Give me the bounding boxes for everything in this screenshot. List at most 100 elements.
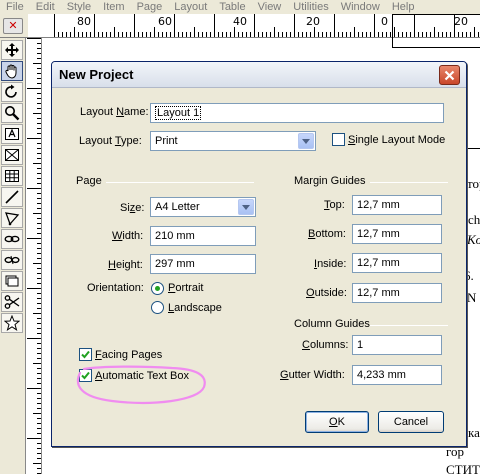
portrait-label[interactable]: Portrait	[168, 282, 203, 295]
ruler-tick	[310, 32, 311, 37]
close-document-icon[interactable]: ✕	[3, 18, 23, 34]
margin-outside-input[interactable]: 12,7 mm	[352, 283, 442, 303]
facing-pages-label[interactable]: Facing Pages	[95, 349, 162, 362]
ruler-tick	[382, 32, 383, 37]
content-hand-icon[interactable]	[1, 61, 23, 81]
ruler-tick	[27, 38, 41, 39]
menu-view[interactable]: View	[252, 1, 288, 13]
page-width-input[interactable]: 210 mm	[150, 226, 256, 246]
page-size-select[interactable]: A4 Letter	[150, 197, 256, 217]
margin-inside-input[interactable]: 12,7 mm	[352, 253, 442, 273]
chevron-down-icon[interactable]	[298, 133, 314, 149]
margin-bottom-input[interactable]: 12,7 mm	[352, 224, 442, 244]
page-width-value: 210 mm	[155, 230, 195, 242]
ruler-tick	[37, 178, 41, 179]
ruler-tick	[37, 303, 41, 304]
bottom-label: Bottom:	[308, 228, 346, 240]
chevron-down-icon[interactable]	[238, 199, 254, 215]
ruler-tick	[222, 32, 223, 37]
picture-box-icon[interactable]	[1, 145, 23, 165]
ruler-tick	[37, 418, 41, 419]
gutter-width-input[interactable]: 4,233 mm	[352, 365, 442, 385]
item-tool-icon[interactable]	[1, 40, 23, 60]
menu-item[interactable]: Item	[97, 1, 130, 13]
menu-page[interactable]: Page	[131, 1, 169, 13]
single-layout-mode-checkbox[interactable]	[332, 133, 345, 146]
margin-top-input[interactable]: 12,7 mm	[352, 195, 442, 215]
ruler-tick	[210, 32, 211, 37]
unlink-icon[interactable]	[1, 250, 23, 270]
ruler-tick	[37, 408, 41, 409]
ruler-tick	[37, 333, 41, 334]
automatic-text-box-checkbox[interactable]	[79, 369, 92, 382]
zoom-icon[interactable]	[1, 103, 23, 123]
ruler-tick	[33, 463, 41, 464]
rotate-icon[interactable]	[1, 82, 23, 102]
automatic-text-box-label[interactable]: Automatic Text Box	[95, 370, 189, 383]
portrait-radio[interactable]	[151, 282, 164, 295]
link-icon[interactable]	[1, 229, 23, 249]
single-layout-mode-label[interactable]: Single Layout Mode	[348, 134, 445, 147]
ruler-tick	[33, 63, 41, 64]
menu-file[interactable]: File	[0, 1, 30, 13]
page-height-input[interactable]: 297 mm	[150, 254, 256, 274]
ruler-tick	[33, 313, 41, 314]
ruler-tick	[33, 213, 41, 214]
columns-input[interactable]: 1	[352, 335, 442, 355]
menu-style[interactable]: Style	[61, 1, 97, 13]
ruler-tick	[37, 403, 41, 404]
menu-table[interactable]: Table	[213, 1, 251, 13]
ruler-tick	[170, 32, 171, 37]
ruler-tick	[370, 32, 371, 37]
menu-window[interactable]: Window	[335, 1, 386, 13]
ruler-tick	[118, 32, 119, 37]
menu-layout[interactable]: Layout	[168, 1, 213, 13]
ruler-tick	[302, 32, 303, 37]
ruler-tick	[110, 32, 111, 37]
line-icon[interactable]	[1, 187, 23, 207]
text-box-icon[interactable]	[1, 124, 23, 144]
ruler-tick	[37, 273, 41, 274]
ruler-tick	[66, 32, 67, 37]
ruler-tick	[90, 32, 91, 37]
ruler-tick	[306, 32, 307, 37]
ruler-tick	[386, 32, 387, 37]
ruler-tick	[266, 32, 267, 37]
layout-type-label: Layout Type:	[79, 135, 142, 147]
table-icon[interactable]	[1, 166, 23, 186]
ruler-tick	[294, 14, 295, 37]
dialog-close-button[interactable]	[439, 65, 460, 85]
ruler-tick	[37, 123, 41, 124]
cancel-button[interactable]: Cancel	[378, 411, 444, 433]
layout-name-input[interactable]: Layout 1	[150, 103, 444, 123]
landscape-radio[interactable]	[151, 301, 164, 314]
orthogonal-line-icon[interactable]	[1, 208, 23, 228]
ruler-tick	[37, 193, 41, 194]
layout-type-select[interactable]: Print	[150, 131, 316, 151]
menu-edit[interactable]: Edit	[30, 1, 61, 13]
ruler-tick	[214, 14, 215, 37]
ok-button-label: OK	[329, 416, 345, 428]
ruler-tick	[27, 238, 41, 239]
facing-pages-checkbox[interactable]	[79, 348, 92, 361]
columns-value: 1	[357, 339, 364, 351]
menu-utilities[interactable]: Utilities	[287, 1, 334, 13]
ruler-tick	[174, 14, 175, 37]
dialog-titlebar[interactable]: New Project	[52, 62, 466, 88]
ok-button[interactable]: OK	[305, 411, 369, 433]
landscape-label[interactable]: Landscape	[168, 302, 222, 315]
menu-help[interactable]: Help	[386, 1, 421, 13]
ruler-tick	[37, 203, 41, 204]
group-divider	[106, 182, 254, 183]
star-icon[interactable]	[1, 313, 23, 333]
ruler-tick	[114, 27, 115, 37]
ruler-tick	[27, 388, 41, 389]
ruler-tick	[33, 113, 41, 114]
columns-label: Columns:	[302, 339, 349, 351]
checkmark-icon	[81, 350, 90, 359]
column-guides-title: Column Guides	[294, 318, 374, 330]
scissors-icon[interactable]	[1, 292, 23, 312]
ruler-tick	[298, 32, 299, 37]
ruler-tick	[33, 363, 41, 364]
layers-icon[interactable]	[1, 271, 23, 291]
